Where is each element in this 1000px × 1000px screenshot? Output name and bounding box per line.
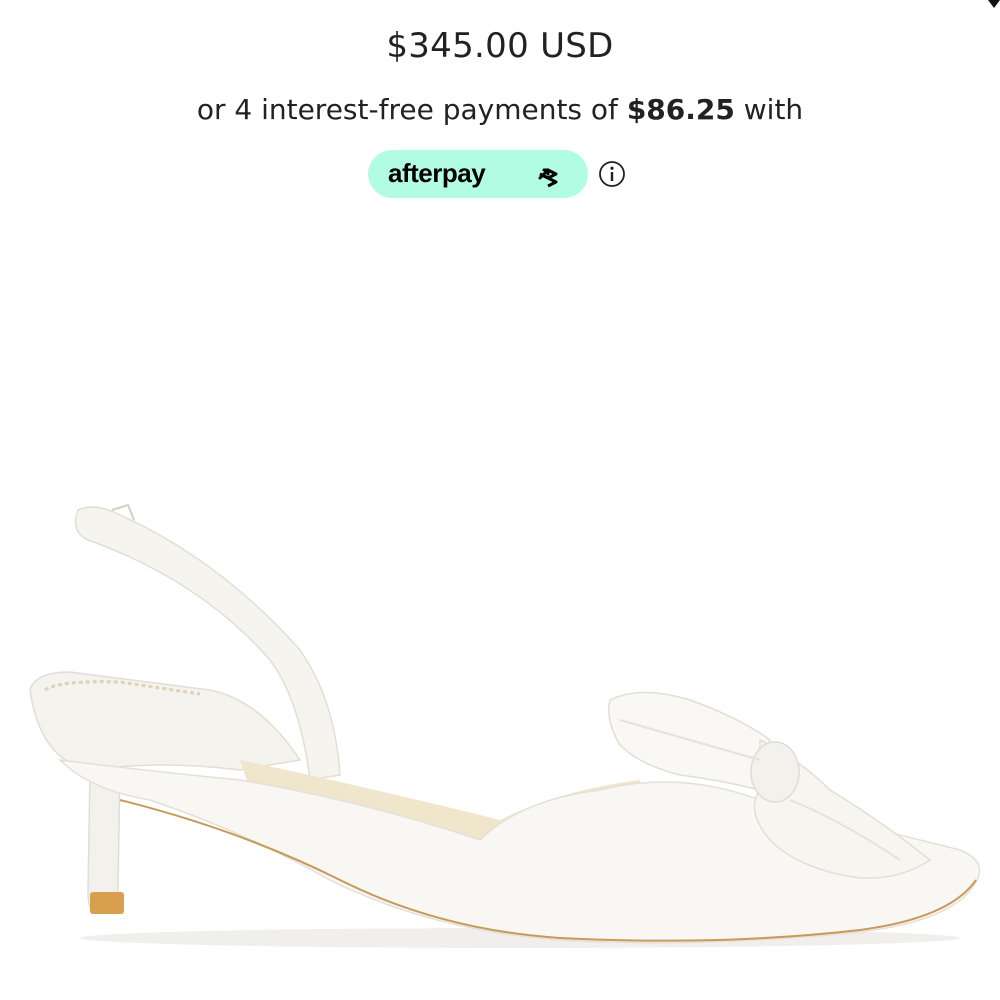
product-price: $345.00 USD <box>386 26 614 66</box>
installment-amount: $86.25 <box>626 93 735 126</box>
product-image <box>29 503 981 948</box>
shoe-image <box>29 503 981 948</box>
installment-suffix: with <box>734 93 804 126</box>
afterpay-row: afterpay <box>368 150 626 198</box>
afterpay-arrows-icon <box>538 168 558 188</box>
afterpay-logo-text: afterpay <box>388 158 486 188</box>
product-price-page: $345.00 USD or 4 interest-free payments … <box>0 0 1000 1000</box>
info-icon[interactable] <box>598 160 626 188</box>
installment-message: or 4 interest-free payments of $86.25 wi… <box>0 93 1000 126</box>
afterpay-logo: afterpay <box>388 158 558 188</box>
afterpay-badge[interactable]: afterpay <box>368 150 588 198</box>
corner-chevron-icon <box>988 0 1000 8</box>
installment-prefix: or 4 interest-free payments of <box>196 93 627 126</box>
